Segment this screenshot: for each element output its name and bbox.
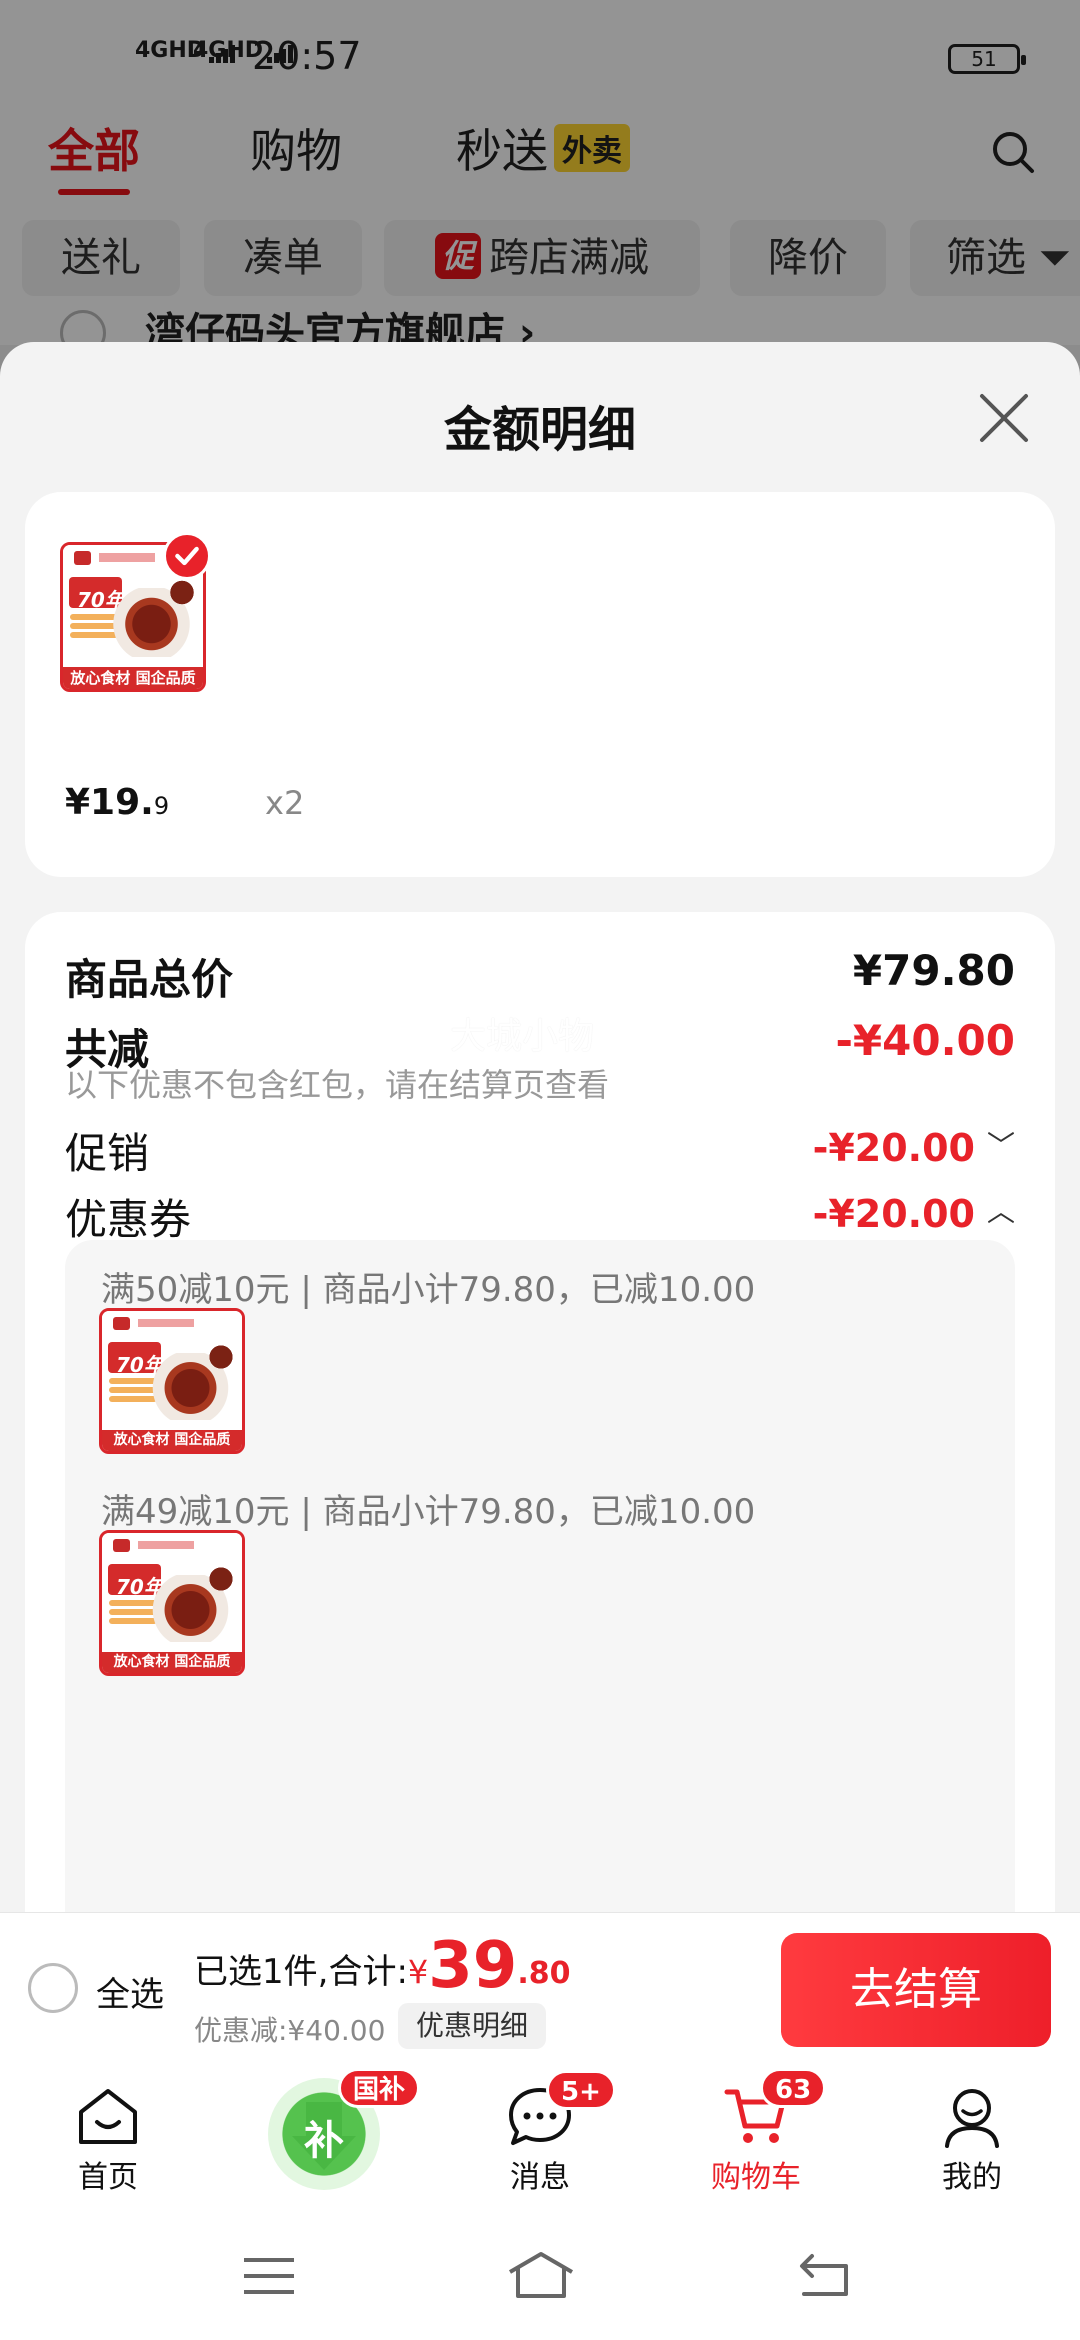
coupon-line-1: 满50减10元 | 商品小计79.80，已减10.00 <box>101 1270 756 1310</box>
discount-detail-button[interactable]: 优惠明细 <box>398 2003 547 2049</box>
checkout-button[interactable]: 去结算 <box>781 1933 1051 2047</box>
coupon-details: 满50减10元 | 商品小计79.80，已减10.00 70年 放心食材 国企品… <box>65 1240 1015 1912</box>
coupon-value: -¥20.00 ︿ <box>813 1190 1015 1236</box>
amount-detail-sheet: 金额明细 70年 放心食材 国企品质 ¥19.9 x2 商品总价 ¥79.80 … <box>0 342 1080 1912</box>
bottom-tab-bar: 首页 补 国补 消息 5+ 购物车 63 我的 <box>0 2062 1080 2212</box>
amount-breakdown-card: 商品总价 ¥79.80 共减 -¥40.00 大城小物 以下优惠不包含红包，请在… <box>25 912 1055 1912</box>
discount-note: 以下优惠不包含红包，请在结算页查看 <box>65 1066 610 1104</box>
price-main: ¥19. <box>65 782 154 823</box>
home-icon <box>79 2089 137 2144</box>
coupon-line-2: 满49减10元 | 商品小计79.80，已减10.00 <box>101 1492 756 1532</box>
coupon-product-thumbnail-1[interactable]: 70年 放心食材 国企品质 <box>99 1308 245 1454</box>
tab-home[interactable]: 首页 <box>28 2086 188 2196</box>
tab-home-label: 首页 <box>78 2160 138 2195</box>
total-value: ¥79.80 <box>852 946 1015 995</box>
cart-badge: 63 <box>760 2068 827 2108</box>
chevron-down-icon: ﹀ <box>986 1129 1015 1162</box>
promo-label: 促销 <box>65 1129 150 1178</box>
thumb-footer-text: 放心食材 国企品质 <box>102 1652 242 1673</box>
home-nav-icon[interactable] <box>506 2250 576 2300</box>
watermark: 大城小物 <box>450 1016 595 1057</box>
coupon-amount: -¥20.00 <box>812 1192 975 1236</box>
discount-summary: 优惠减:¥40.00 <box>194 2014 386 2047</box>
summary-total-dec: .80 <box>517 1956 571 1991</box>
system-nav-bar <box>0 2212 1080 2340</box>
selected-check-icon <box>163 532 211 580</box>
subsidy-badge: 国补 <box>338 2068 421 2108</box>
product-card: 70年 放心食材 国企品质 ¥19.9 x2 <box>25 492 1055 877</box>
user-icon <box>945 2089 999 2148</box>
promo-amount: -¥20.00 <box>812 1126 975 1170</box>
promo-row[interactable]: 促销 -¥20.00 ﹀ <box>65 1120 1015 1181</box>
sheet-title: 金额明细 <box>443 402 636 458</box>
menu-icon[interactable] <box>242 2256 296 2296</box>
tab-mine[interactable]: 我的 <box>892 2086 1052 2196</box>
coupon-label: 优惠券 <box>65 1195 192 1244</box>
promo-value: -¥20.00 ﹀ <box>813 1124 1015 1170</box>
summary-yen: ¥ <box>407 1953 429 1991</box>
checkout-bar: 全选 已选1件,合计:¥39.80 优惠减:¥40.00 优惠明细 去结算 <box>0 1912 1080 2062</box>
tab-mine-label: 我的 <box>942 2160 1002 2195</box>
total-row: 商品总价 ¥79.80 <box>65 946 1015 1007</box>
summary-prefix: 已选1件,合计: <box>194 1952 408 1992</box>
product-price: ¥19.9 <box>65 782 169 823</box>
tab-messages-label: 消息 <box>510 2160 570 2195</box>
order-summary: 已选1件,合计:¥39.80 <box>194 1929 570 2003</box>
total-label: 商品总价 <box>65 955 234 1004</box>
messages-badge: 5+ <box>546 2070 616 2110</box>
coupon-row[interactable]: 优惠券 -¥20.00 ︿ <box>65 1186 1015 1247</box>
reduced-value: -¥40.00 <box>835 1016 1015 1065</box>
thumb-footer-text: 放心食材 国企品质 <box>102 1430 242 1451</box>
coupon-product-thumbnail-2[interactable]: 70年 放心食材 国企品质 <box>99 1530 245 1676</box>
select-all-radio[interactable] <box>28 1963 78 2013</box>
close-icon[interactable] <box>976 390 1032 446</box>
price-decimal: 9 <box>153 792 170 820</box>
select-all-label[interactable]: 全选 <box>96 1967 164 2016</box>
product-quantity: x2 <box>265 784 305 822</box>
chevron-up-icon: ︿ <box>986 1195 1015 1228</box>
subsidy-char: 补 <box>304 2118 344 2164</box>
tab-cart-label: 购物车 <box>711 2160 801 2195</box>
back-icon[interactable] <box>796 2252 850 2298</box>
summary-total-int: 39 <box>428 1929 518 2003</box>
thumb-footer-text: 放心食材 国企品质 <box>63 667 203 689</box>
